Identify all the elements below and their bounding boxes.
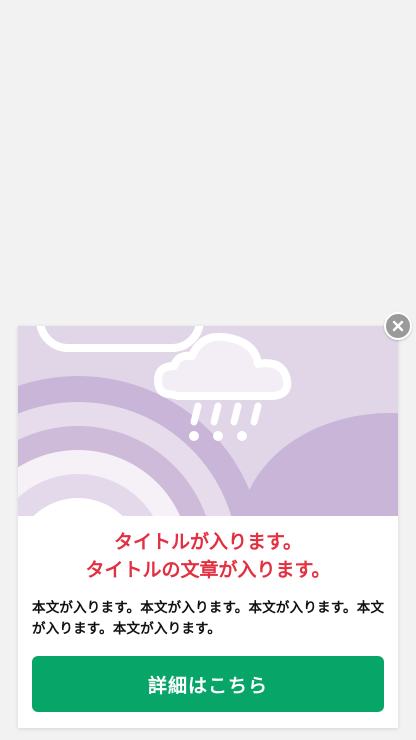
details-button[interactable]: 詳細はこちら: [32, 656, 384, 712]
close-icon: [392, 320, 404, 332]
details-button-label: 詳細はこちら: [147, 674, 268, 697]
close-button[interactable]: [384, 312, 412, 340]
popup-body-text: 本文が入ります。本文が入ります。本文が入ります。本文が入ります。本文が入ります。: [32, 600, 385, 637]
popup-title-line-2: タイトルの文章が入ります。: [85, 559, 331, 581]
popup-title: タイトルが入ります。 タイトルの文章が入ります。: [18, 528, 398, 584]
popup-title-line-1: タイトルが入ります。: [113, 531, 303, 553]
hero-illustration: [18, 326, 398, 516]
rain-cloud-illustration: [18, 326, 398, 516]
popup-card: タイトルが入ります。 タイトルの文章が入ります。 本文が入ります。本文が入ります…: [18, 326, 398, 728]
